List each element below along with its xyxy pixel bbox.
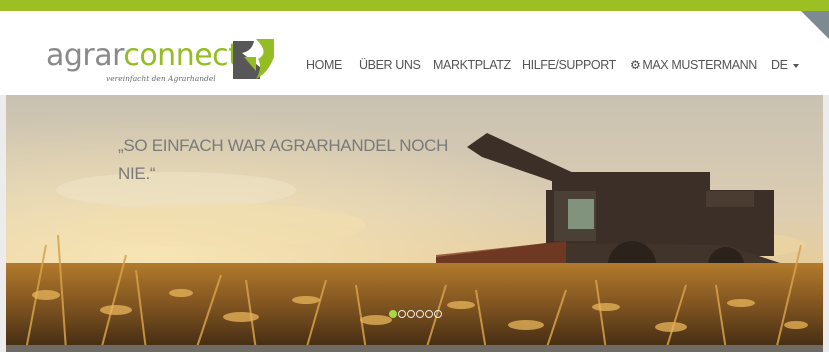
hero-slider: „SO EINFACH WAR AGRARHANDEL NOCH NIE.“	[6, 95, 823, 352]
nav-hilfe-support[interactable]: HILFE/SUPPORT	[522, 57, 616, 73]
brand-tagline: vereinfacht den Agrarhandel	[106, 74, 216, 83]
slide-dot-4[interactable]	[416, 310, 424, 318]
nav-home[interactable]: HOME	[306, 57, 342, 73]
user-menu[interactable]: ⚙ MAX MUSTERMANN	[630, 57, 757, 73]
slider-pagination	[389, 310, 442, 320]
site-header: agrarconnect vereinfacht den Agrarhandel…	[0, 11, 829, 95]
slide-dot-6[interactable]	[434, 310, 442, 318]
hero-quote-line-2: NIE.“	[118, 164, 156, 183]
slide-dot-5[interactable]	[425, 310, 433, 318]
language-label: DE	[771, 58, 788, 72]
nav-marktplatz[interactable]: MARKTPLATZ	[433, 57, 511, 73]
gear-icon: ⚙	[630, 58, 641, 72]
nav-ueber-uns[interactable]: ÜBER UNS	[359, 57, 421, 73]
main-nav: HOME ÜBER UNS MARKTPLATZ HILFE/SUPPORT ⚙…	[0, 57, 829, 73]
language-selector[interactable]: DE	[771, 57, 799, 73]
hero-quote: „SO EINFACH WAR AGRARHANDEL NOCH NIE.“	[118, 132, 488, 188]
corner-fold	[801, 11, 829, 39]
caret-down-icon	[792, 63, 799, 68]
hero-quote-line-1: „SO EINFACH WAR AGRARHANDEL NOCH	[118, 136, 449, 155]
slide-dot-3[interactable]	[407, 310, 415, 318]
slide-dot-2[interactable]	[398, 310, 406, 318]
user-name: MAX MUSTERMANN	[642, 58, 757, 72]
slide-dot-1[interactable]	[389, 310, 397, 318]
top-accent-bar	[0, 0, 829, 11]
